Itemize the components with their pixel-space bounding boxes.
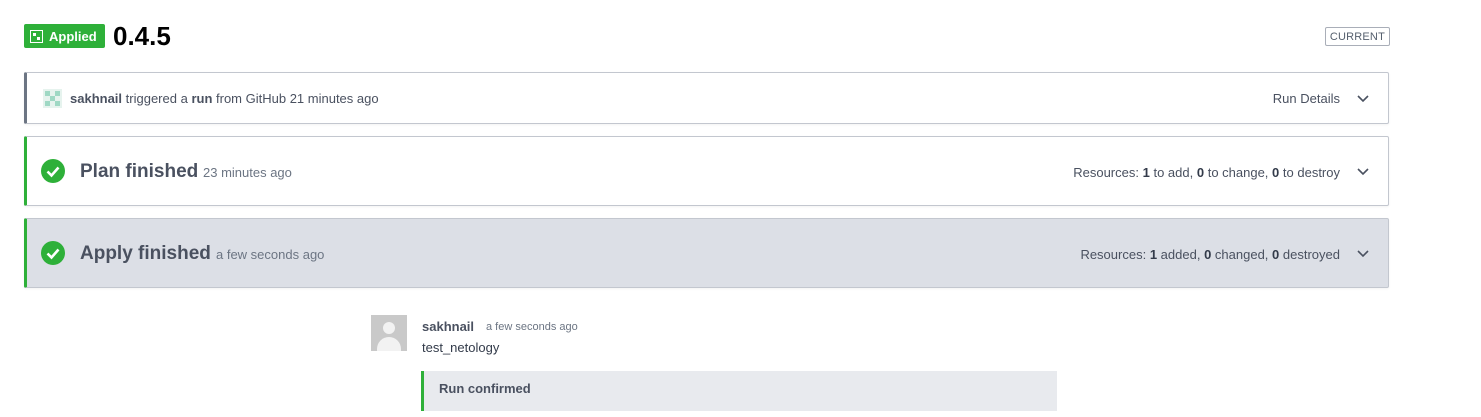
status-badge-label: Applied xyxy=(49,28,97,44)
comment-user[interactable]: sakhnail xyxy=(422,319,474,334)
trigger-text-1: triggered a xyxy=(125,91,188,106)
chevron-down-icon[interactable] xyxy=(1356,92,1370,106)
run-confirmed-label: Run confirmed xyxy=(439,381,531,396)
change-count: 0 xyxy=(1196,165,1205,180)
applied-badge-icon xyxy=(30,29,43,43)
apply-title: Apply finished xyxy=(80,243,211,264)
change-label: to change, xyxy=(1207,165,1269,180)
check-circle-icon xyxy=(41,159,65,183)
trigger-description: sakhnail triggered a run from GitHub 21 … xyxy=(70,91,379,106)
current-badge: CURRENT xyxy=(1324,27,1390,46)
added-count: 1 xyxy=(1149,247,1158,262)
plan-card[interactable]: Plan finished 23 minutes ago Resources: … xyxy=(24,136,1389,206)
plan-resources: Resources: 1 to add, 0 to change, 0 to d… xyxy=(1073,165,1340,180)
destroy-count: 0 xyxy=(1272,165,1280,180)
plan-title: Plan finished xyxy=(80,161,199,182)
apply-resources: Resources: 1 added, 0 changed, 0 destroy… xyxy=(1080,247,1340,262)
destroyed-count: 0 xyxy=(1272,247,1280,262)
plan-time: 23 minutes ago xyxy=(203,165,292,180)
add-label: to add, xyxy=(1153,165,1194,180)
resources-label: Resources: xyxy=(1080,247,1147,262)
trigger-text-2: from GitHub 21 minutes ago xyxy=(216,91,379,106)
run-details-link[interactable]: Run Details xyxy=(1273,91,1340,106)
changed-label: changed, xyxy=(1214,247,1269,262)
apply-time: a few seconds ago xyxy=(216,247,325,262)
trigger-card[interactable]: sakhnail triggered a run from GitHub 21 … xyxy=(24,72,1389,124)
resources-label: Resources: xyxy=(1073,165,1139,180)
add-count: 1 xyxy=(1142,165,1150,180)
destroyed-label: destroyed xyxy=(1282,247,1340,262)
check-circle-icon xyxy=(41,241,65,265)
comment-time: a few seconds ago xyxy=(486,321,578,333)
status-badge: Applied xyxy=(24,24,105,48)
changed-count: 0 xyxy=(1204,247,1212,262)
avatar-icon xyxy=(43,89,62,108)
chevron-down-icon[interactable] xyxy=(1356,247,1370,261)
user-avatar-icon xyxy=(371,315,407,351)
run-header: Applied 0.4.5 CURRENT xyxy=(24,21,1390,52)
trigger-run-link[interactable]: run xyxy=(191,91,212,106)
chevron-down-icon[interactable] xyxy=(1356,165,1370,179)
apply-card[interactable]: Apply finished a few seconds ago Resourc… xyxy=(24,218,1389,288)
run-confirmed-block: Run confirmed xyxy=(421,371,1057,411)
trigger-user[interactable]: sakhnail xyxy=(70,91,122,106)
comment: sakhnail a few seconds ago test_netology… xyxy=(371,315,1061,417)
added-label: added, xyxy=(1160,247,1201,262)
version-title: 0.4.5 xyxy=(113,21,171,51)
comment-text: test_netology xyxy=(422,340,500,355)
destroy-label: to destroy xyxy=(1282,165,1340,180)
